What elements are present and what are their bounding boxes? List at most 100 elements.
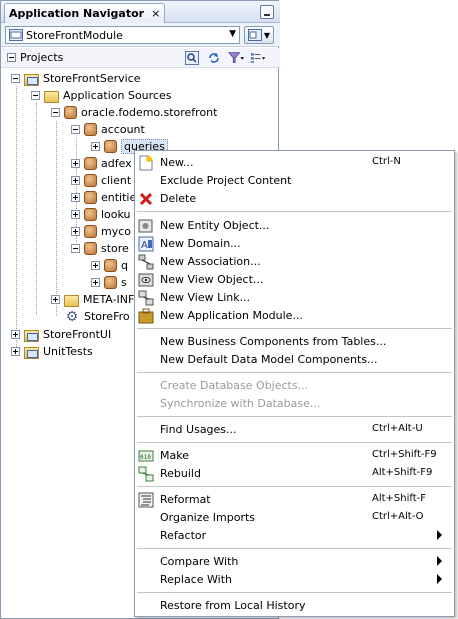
options-arrow-icon: ▼	[263, 30, 271, 40]
menu-item-label: Restore from Local History	[160, 599, 306, 612]
tree-item-label: myco	[101, 225, 132, 238]
menu-item-compare-with[interactable]: Compare With	[135, 553, 454, 571]
menu-item-rebuild[interactable]: Rebuild Alt+Shift-F9	[135, 465, 454, 483]
sort-options-icon[interactable]	[250, 50, 266, 66]
tree-item-adfex[interactable]: adfex	[71, 155, 132, 172]
projects-toolbar	[184, 50, 266, 66]
navigator-tab[interactable]: Application Navigator ×	[4, 3, 166, 23]
tree-item-label: client	[101, 174, 132, 187]
tree-item-label: StoreFrontService	[43, 72, 141, 85]
folder-icon	[64, 294, 79, 307]
expand-toggle[interactable]	[91, 261, 100, 270]
tree-item-unittests[interactable]: UnitTests	[11, 343, 93, 360]
expand-toggle[interactable]	[71, 227, 80, 236]
tree-item-label: store	[101, 242, 129, 255]
context-menu: New... Ctrl-N Exclude Project Content De…	[134, 150, 455, 617]
minimize-button[interactable]	[260, 5, 274, 19]
menu-item-replace-with[interactable]: Replace With	[135, 571, 454, 589]
collapse-toggle[interactable]	[71, 125, 80, 134]
menu-item-new-entity-object[interactable]: New Entity Object...	[135, 217, 454, 235]
tree-item-application-sources[interactable]: Application Sources	[31, 87, 171, 104]
tree-item-oracle-fodemo-storefront[interactable]: oracle.fodemo.storefront	[51, 104, 217, 121]
package-icon	[84, 174, 97, 187]
projects-collapse-toggle[interactable]	[7, 53, 16, 62]
expand-toggle[interactable]	[91, 278, 100, 287]
expand-toggle[interactable]	[71, 210, 80, 219]
tree-item-account[interactable]: account	[71, 121, 145, 138]
menu-item-label: New Default Data Model Components...	[160, 353, 378, 366]
menu-separator	[137, 442, 452, 443]
menu-item-find-usages[interactable]: Find Usages... Ctrl+Alt-U	[135, 421, 454, 439]
package-icon	[104, 259, 117, 272]
menu-item-refactor[interactable]: Refactor	[135, 527, 454, 545]
collapse-toggle[interactable]	[51, 108, 60, 117]
tree-item-storefront-file[interactable]: ⚙ StoreFro	[64, 308, 130, 325]
tree-item-client[interactable]: client	[71, 172, 131, 189]
menu-item-accel: Ctrl+Alt-U	[372, 423, 423, 434]
project-icon	[24, 346, 39, 359]
module-dropdown[interactable]: StoreFrontModule ▼	[5, 26, 240, 44]
expand-toggle[interactable]	[51, 295, 60, 304]
menu-item-label: New...	[160, 156, 194, 169]
menu-item-delete[interactable]: Delete	[135, 190, 454, 208]
tree-guide-line	[16, 86, 17, 351]
tree-item-lookups[interactable]: looku	[71, 206, 131, 223]
expand-toggle[interactable]	[11, 330, 20, 339]
refresh-icon[interactable]	[206, 50, 222, 66]
package-icon	[84, 191, 97, 204]
view-link-icon	[138, 290, 154, 306]
menu-item-restore-from-local-history[interactable]: Restore from Local History	[135, 597, 454, 615]
collapse-toggle[interactable]	[11, 74, 20, 83]
menu-item-organize-imports[interactable]: Organize Imports Ctrl+Alt-O	[135, 509, 454, 527]
package-icon	[84, 225, 97, 238]
expand-toggle[interactable]	[91, 142, 100, 151]
menu-item-new-default-data-model-components[interactable]: New Default Data Model Components...	[135, 351, 454, 369]
menu-item-new-application-module[interactable]: New Application Module...	[135, 307, 454, 325]
menu-item-label: New Entity Object...	[160, 219, 270, 232]
menu-item-create-database-objects: Create Database Objects...	[135, 377, 454, 395]
tree-item-store-child-s[interactable]: s	[91, 274, 127, 291]
menu-item-exclude-project-content[interactable]: Exclude Project Content	[135, 172, 454, 190]
expand-toggle[interactable]	[71, 159, 80, 168]
tree-item-entities[interactable]: entitie	[71, 189, 136, 206]
collapse-toggle[interactable]	[31, 91, 40, 100]
collapse-toggle[interactable]	[71, 244, 80, 253]
module-options-button[interactable]: ▼	[244, 26, 274, 44]
menu-item-label: New Application Module...	[160, 309, 303, 322]
tree-item-label: q	[121, 259, 128, 272]
menu-separator	[137, 328, 452, 329]
tree-item-storefrontui[interactable]: StoreFrontUI	[11, 326, 111, 343]
menu-item-new-domain[interactable]: A New Domain...	[135, 235, 454, 253]
menu-item-new-view-object[interactable]: New View Object...	[135, 271, 454, 289]
menu-item-label: Find Usages...	[160, 423, 237, 436]
menu-item-new-view-link[interactable]: New View Link...	[135, 289, 454, 307]
menu-item-label: Synchronize with Database...	[160, 397, 321, 410]
menu-item-accel: Ctrl+Alt-O	[372, 511, 424, 522]
menu-item-new-business-components-from-tables[interactable]: New Business Components from Tables...	[135, 333, 454, 351]
menu-item-label: New View Object...	[160, 273, 264, 286]
menu-item-new[interactable]: New... Ctrl-N	[135, 154, 454, 172]
menu-item-new-association[interactable]: New Association...	[135, 253, 454, 271]
make-icon: 010	[138, 448, 154, 464]
expand-toggle[interactable]	[11, 347, 20, 356]
tree-item-label: StoreFrontUI	[43, 328, 112, 341]
search-icon[interactable]	[184, 50, 200, 66]
tree-item-storefrontservice[interactable]: StoreFrontService	[11, 70, 141, 87]
tree-item-label: StoreFro	[84, 310, 130, 323]
tree-item-store-child-q[interactable]: q	[91, 257, 128, 274]
submenu-arrow-icon	[437, 530, 442, 540]
module-selector-row: StoreFrontModule ▼ ▼	[1, 23, 280, 47]
close-tab-icon[interactable]: ×	[151, 7, 160, 20]
module-icon	[9, 29, 23, 41]
reformat-icon	[138, 492, 154, 508]
filter-icon[interactable]	[228, 50, 244, 66]
menu-item-reformat[interactable]: Reformat Alt+Shift-F	[135, 491, 454, 509]
tree-item-store[interactable]: store	[71, 240, 129, 257]
expand-toggle[interactable]	[71, 176, 80, 185]
expand-toggle[interactable]	[71, 193, 80, 202]
tree-item-meta-inf[interactable]: META-INF	[51, 291, 134, 308]
tree-item-label: account	[101, 123, 145, 136]
menu-item-make[interactable]: 010 Make Ctrl+Shift-F9	[135, 447, 454, 465]
gear-icon: ⚙	[65, 308, 79, 325]
tree-item-myco[interactable]: myco	[71, 223, 131, 240]
